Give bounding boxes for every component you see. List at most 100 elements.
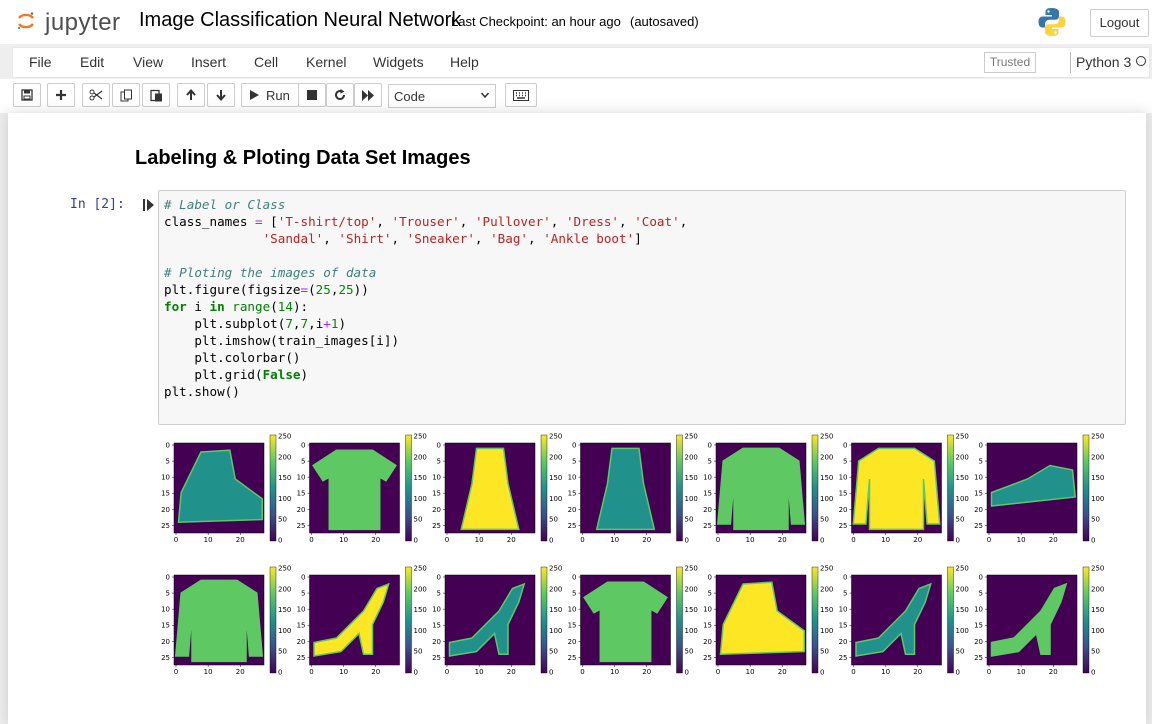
colorbar: [811, 434, 819, 542]
y-tick-label: 0: [843, 442, 847, 450]
command-palette-button[interactable]: [505, 83, 537, 107]
menu-kernel[interactable]: Kernel: [306, 54, 346, 70]
menu-file[interactable]: File: [29, 54, 52, 70]
cell-type-select[interactable]: Code: [388, 84, 496, 108]
y-tick-label: 20: [432, 638, 441, 646]
colorbar-tick-label: 200: [820, 453, 833, 461]
x-tick-label: 20: [642, 668, 651, 676]
jupyter-ring-icon: [17, 12, 34, 30]
y-tick-label: 0: [708, 442, 712, 450]
y-tick-label: 10: [432, 474, 441, 482]
x-tick-label: 10: [610, 668, 619, 676]
code-line: plt.grid(False): [164, 367, 309, 382]
menu-cell[interactable]: Cell: [254, 54, 278, 70]
y-tick-label: 5: [843, 458, 847, 466]
y-tick-label: 15: [432, 490, 441, 498]
x-tick-label: 10: [475, 536, 484, 544]
colorbar-tick-label: 150: [956, 474, 969, 482]
x-tick-label: 0: [987, 668, 991, 676]
code-line: for i in range(14):: [164, 299, 309, 314]
colorbar-tick-label: 100: [820, 495, 833, 503]
y-tick-label: 20: [161, 638, 170, 646]
run-button[interactable]: Run: [241, 83, 299, 107]
colorbar-tick-label: 150: [549, 474, 562, 482]
colorbar-tick-label: 250: [685, 433, 698, 441]
colorbar-tick-label: 250: [820, 565, 833, 573]
run-cell-icon[interactable]: [143, 198, 155, 212]
colorbar-tick-label: 0: [414, 669, 418, 677]
y-tick-label: 15: [974, 622, 983, 630]
colorbar-tick-label: 200: [685, 453, 698, 461]
copy-button[interactable]: [112, 83, 140, 107]
y-tick-label: 5: [979, 458, 983, 466]
code-editor[interactable]: # Label or Class class_names = ['T-shirt…: [164, 196, 687, 400]
colorbar-tick-label: 50: [956, 516, 965, 524]
y-tick-label: 0: [166, 574, 170, 582]
insert-cell-button[interactable]: [47, 83, 75, 107]
subplot-image-silhouette: [716, 447, 806, 531]
code-cell-input[interactable]: # Label or Class class_names = ['T-shirt…: [158, 190, 1126, 425]
colorbar-tick-label: 250: [956, 565, 969, 573]
plus-icon: [56, 90, 66, 100]
y-tick-label: 20: [703, 638, 712, 646]
y-tick-label: 0: [843, 574, 847, 582]
paste-icon: [149, 89, 162, 101]
y-tick-label: 15: [568, 622, 577, 630]
x-tick-label: 0: [309, 536, 313, 544]
y-tick-label: 20: [568, 506, 577, 514]
y-tick-label: 10: [974, 606, 983, 614]
x-tick-label: 20: [371, 536, 380, 544]
y-tick-label: 25: [432, 654, 441, 662]
menu-widgets[interactable]: Widgets: [373, 54, 424, 70]
colorbar-tick-label: 150: [414, 606, 427, 614]
y-tick-label: 15: [432, 622, 441, 630]
colorbar-tick-label: 150: [685, 474, 698, 482]
trusted-indicator[interactable]: Trusted: [984, 52, 1036, 73]
input-prompt: In [2]:: [70, 197, 125, 212]
x-tick-label: 0: [851, 536, 855, 544]
y-tick-label: 10: [568, 474, 577, 482]
colorbar-tick-label: 50: [414, 648, 423, 656]
menu-insert[interactable]: Insert: [191, 54, 226, 70]
cut-button[interactable]: [82, 83, 110, 107]
move-up-button[interactable]: [177, 83, 205, 107]
logo-text: jupyter: [45, 9, 121, 36]
restart-run-all-button[interactable]: [354, 83, 382, 107]
move-down-button[interactable]: [207, 83, 235, 107]
colorbar: [947, 566, 954, 674]
y-tick-label: 5: [843, 590, 847, 598]
interrupt-button[interactable]: [298, 83, 326, 107]
x-tick-label: 10: [746, 668, 755, 676]
menu-view[interactable]: View: [133, 54, 163, 70]
colorbar-tick-label: 250: [278, 433, 291, 441]
jupyter-logo[interactable]: jupyter: [17, 6, 127, 36]
colorbar-tick-label: 150: [278, 474, 291, 482]
cell-type-value: Code: [394, 89, 426, 104]
colorbar-tick-label: 150: [1091, 474, 1104, 482]
colorbar-tick-label: 200: [278, 585, 291, 593]
x-tick-label: 20: [236, 668, 245, 676]
x-tick-label: 20: [236, 536, 245, 544]
save-button[interactable]: [13, 83, 41, 107]
colorbar-tick-label: 200: [820, 585, 833, 593]
y-tick-label: 25: [703, 654, 712, 662]
paste-button[interactable]: [142, 83, 170, 107]
y-tick-label: 10: [161, 474, 170, 482]
logout-button[interactable]: Logout: [1090, 9, 1149, 37]
notebook-name[interactable]: Image Classification Neural Network: [139, 9, 461, 32]
y-tick-label: 20: [297, 638, 306, 646]
restart-button[interactable]: [326, 83, 354, 107]
colorbar-tick-label: 100: [685, 627, 698, 635]
colorbar-tick-label: 0: [549, 669, 553, 677]
arrow-up-icon: [186, 89, 196, 100]
code-line: plt.imshow(train_images[i]): [164, 333, 400, 348]
header: jupyter Image Classification Neural Netw…: [0, 0, 1152, 44]
colorbar-tick-label: 0: [685, 537, 689, 545]
y-tick-label: 0: [979, 442, 983, 450]
code-line: plt.figure(figsize=(25,25)): [164, 282, 369, 297]
menu-help[interactable]: Help: [450, 54, 479, 70]
autosave-status: (autosaved): [630, 14, 699, 29]
colorbar-tick-label: 250: [1091, 565, 1104, 573]
menu-edit[interactable]: Edit: [80, 54, 104, 70]
colorbar-tick-label: 0: [956, 669, 960, 677]
